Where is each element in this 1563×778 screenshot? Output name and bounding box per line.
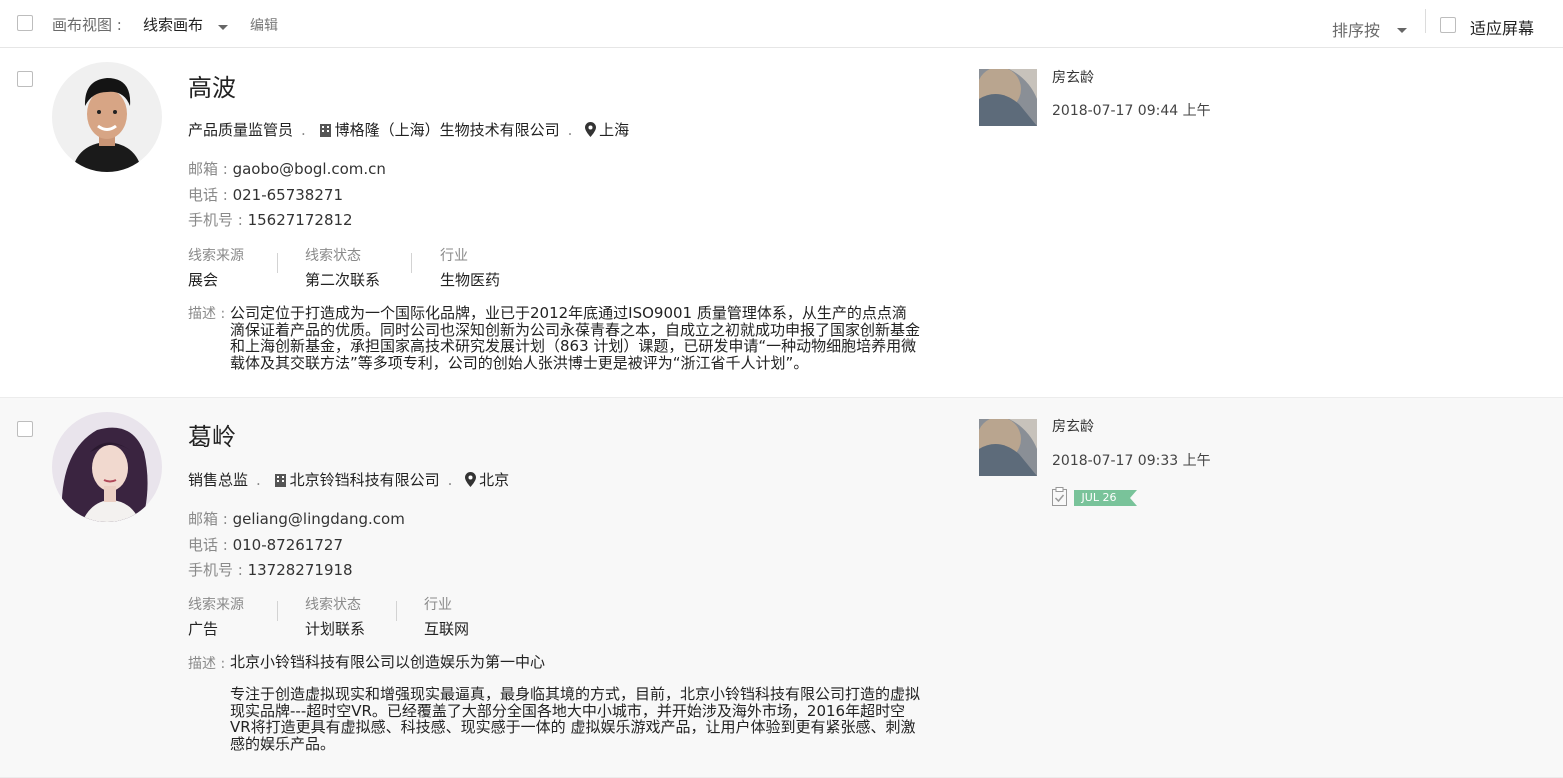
industry-field: 行业 生物医药: [440, 245, 500, 290]
field-divider: [277, 253, 278, 273]
phone-value[interactable]: 010-87261727: [233, 536, 343, 554]
mobile-line: 手机号 : 15627172812: [188, 209, 353, 230]
owner-avatar[interactable]: [979, 419, 1037, 476]
flag-icon: [1124, 490, 1137, 506]
desc-text: 北京小铃铛科技有限公司以创造娱乐为第一中心: [230, 653, 546, 671]
owner-avatar[interactable]: [979, 69, 1037, 126]
status-value: 计划联系: [305, 620, 366, 638]
avatar[interactable]: [52, 412, 162, 522]
phone-label: 电话 :: [188, 536, 233, 554]
lead-city: 北京: [479, 471, 510, 489]
location-pin-icon: [585, 122, 597, 141]
email-line: 邮箱 : gaobo@bogl.com.cn: [188, 158, 386, 179]
task-clipboard-icon[interactable]: [1052, 487, 1067, 510]
phone-value[interactable]: 021-65738271: [233, 186, 343, 204]
lead-card: 高波 产品质量监管员. 博格隆（上海）生物技术有限公司. 上海 邮箱 : gao…: [0, 49, 1563, 398]
owner-name[interactable]: 房玄龄: [1052, 67, 1094, 87]
location-pin-icon: [465, 472, 477, 491]
lead-name[interactable]: 高波: [188, 68, 236, 103]
industry-value: 生物医药: [440, 271, 501, 289]
field-divider: [396, 601, 397, 621]
desc-text: 公司定位于打造成为一个国际化品牌，业已于2012年底通过ISO9001 质量管理…: [230, 304, 921, 372]
mobile-line: 手机号 : 13728271918: [188, 559, 353, 580]
lead-title: 产品质量监管员: [188, 121, 294, 139]
toolbar-divider: [1425, 9, 1426, 33]
source-value: 展会: [188, 271, 219, 289]
field-divider: [411, 253, 412, 273]
industry-value: 互联网: [424, 620, 470, 638]
toolbar: 画布视图 : 线索画布 编辑 排序按 适应屏幕: [0, 0, 1563, 48]
status-field: 线索状态 第二次联系: [305, 245, 380, 290]
desc-label: 描述 :: [188, 656, 226, 672]
lead-card: 葛岭 销售总监. 北京铃铛科技有限公司. 北京 邮箱 : geliang@lin…: [0, 398, 1563, 778]
status-label: 线索状态: [305, 248, 361, 264]
email-value[interactable]: gaobo@bogl.com.cn: [233, 160, 386, 178]
lead-city: 上海: [599, 121, 630, 139]
view-chevron-down-icon[interactable]: [218, 25, 228, 30]
source-label: 线索来源: [188, 597, 244, 613]
status-value: 第二次联系: [305, 271, 381, 289]
lead-meta: 销售总监. 北京铃铛科技有限公司. 北京: [188, 471, 510, 491]
mobile-label: 手机号 :: [188, 211, 248, 229]
desc-label: 描述 :: [188, 306, 226, 322]
view-select[interactable]: 线索画布: [143, 14, 203, 35]
lead-select-checkbox[interactable]: [17, 71, 33, 87]
created-time: 2018-07-17 09:44 上午: [1052, 103, 1211, 119]
email-line: 邮箱 : geliang@lingdang.com: [188, 508, 405, 529]
building-icon: [319, 123, 332, 141]
lead-title: 销售总监: [188, 471, 249, 489]
desc-text-continued: 专注于创造虚拟现实和增强现实最逼真，最身临其境的方式，目前，北京小铃铛科技有限公…: [230, 685, 921, 753]
due-date-badge[interactable]: JUL 26: [1074, 490, 1124, 506]
status-label: 线索状态: [305, 597, 361, 613]
lead-select-checkbox[interactable]: [17, 421, 33, 437]
phone-line: 电话 : 021-65738271: [188, 184, 343, 205]
lead-company[interactable]: 博格隆（上海）生物技术有限公司: [335, 121, 560, 139]
email-label: 邮箱 :: [188, 160, 233, 178]
mobile-value[interactable]: 15627172812: [248, 211, 353, 229]
mobile-label: 手机号 :: [188, 561, 248, 579]
mobile-value[interactable]: 13728271918: [248, 561, 353, 579]
fit-screen-checkbox[interactable]: [1440, 17, 1456, 33]
sort-dropdown[interactable]: 排序按: [1332, 17, 1380, 41]
select-all-checkbox[interactable]: [17, 15, 33, 31]
fit-screen-label[interactable]: 适应屏幕: [1470, 15, 1534, 39]
created-time: 2018-07-17 09:33 上午: [1052, 453, 1211, 469]
avatar[interactable]: [52, 62, 162, 172]
view-label: 画布视图 :: [52, 16, 122, 34]
phone-line: 电话 : 010-87261727: [188, 534, 343, 555]
email-value[interactable]: geliang@lingdang.com: [233, 510, 405, 528]
building-icon: [274, 473, 287, 491]
field-divider: [277, 601, 278, 621]
industry-field: 行业 互联网: [424, 594, 469, 639]
lead-name[interactable]: 葛岭: [188, 417, 236, 452]
industry-label: 行业: [440, 248, 468, 264]
email-label: 邮箱 :: [188, 510, 233, 528]
lead-meta: 产品质量监管员. 博格隆（上海）生物技术有限公司. 上海: [188, 121, 630, 141]
owner-name[interactable]: 房玄龄: [1052, 416, 1094, 436]
phone-label: 电话 :: [188, 186, 233, 204]
industry-label: 行业: [424, 597, 452, 613]
source-field: 线索来源 展会: [188, 245, 244, 290]
source-field: 线索来源 广告: [188, 594, 244, 639]
source-label: 线索来源: [188, 248, 244, 264]
status-field: 线索状态 计划联系: [305, 594, 365, 639]
lead-company[interactable]: 北京铃铛科技有限公司: [290, 471, 440, 489]
edit-link[interactable]: 编辑: [250, 15, 278, 35]
source-value: 广告: [188, 620, 219, 638]
sort-chevron-down-icon[interactable]: [1397, 28, 1407, 33]
